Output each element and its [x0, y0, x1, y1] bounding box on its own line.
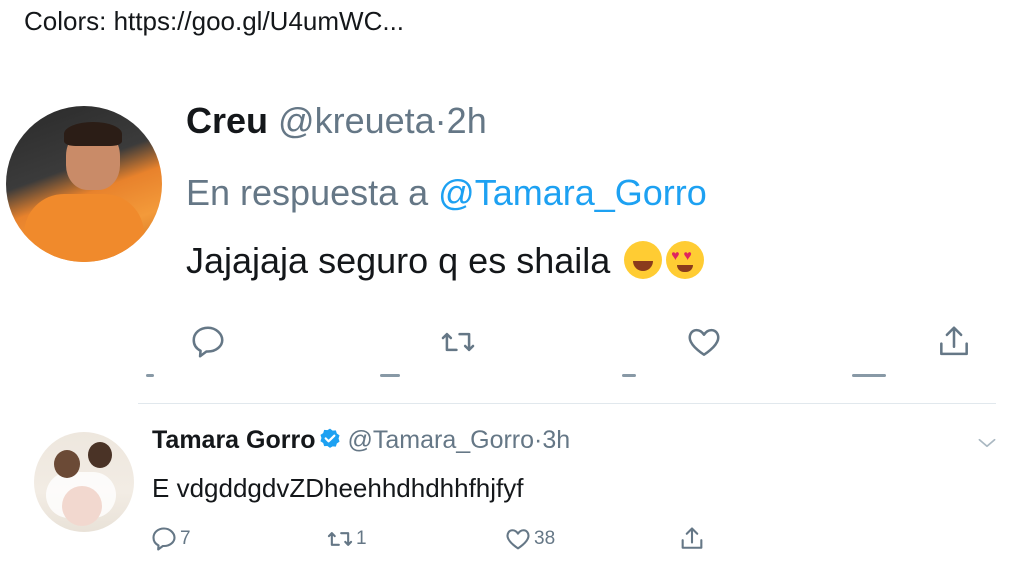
- avatar[interactable]: [6, 106, 162, 262]
- username[interactable]: @kreueta: [278, 100, 435, 141]
- separator-dot: ·: [434, 100, 447, 141]
- display-name[interactable]: Tamara Gorro: [152, 426, 315, 454]
- timestamp[interactable]: 2h: [447, 100, 487, 141]
- reply-button[interactable]: 7: [150, 524, 191, 554]
- reply-count: 7: [180, 528, 191, 549]
- retweet-count: 1: [356, 528, 367, 549]
- like-icon: [688, 328, 720, 356]
- share-icon: [940, 326, 968, 356]
- like-button[interactable]: 38: [504, 524, 555, 554]
- retweet-icon: [327, 532, 353, 546]
- heart-eyes-emoji: [666, 241, 705, 279]
- reply-context: En respuesta a @Tamara_Gorro: [186, 172, 707, 214]
- retweet-button[interactable]: 1: [326, 524, 367, 554]
- avatar[interactable]: [34, 432, 134, 532]
- tweet-header: Tamara Gorro @Tamara_Gorro·3h: [152, 426, 570, 455]
- reply-prefix: En respuesta a: [186, 172, 429, 213]
- timestamp[interactable]: 3h: [542, 426, 570, 454]
- reply-icon: [152, 527, 176, 551]
- retweet-icon: [441, 332, 475, 352]
- previous-tweet-link-text[interactable]: Colors: https://goo.gl/U4umWC...: [24, 6, 404, 37]
- reply-button[interactable]: [188, 322, 228, 362]
- partial-action-row: [0, 374, 1024, 382]
- tweet-text: E vdgddgdvZDheehhdhdhhfhjfyf: [152, 473, 524, 503]
- username[interactable]: @Tamara_Gorro: [347, 426, 534, 454]
- divider: [138, 403, 996, 404]
- share-icon: [681, 527, 703, 549]
- display-name[interactable]: Creu: [186, 100, 268, 141]
- reply-icon: [192, 326, 224, 358]
- tweet-header: Creu @kreueta·2h: [186, 100, 487, 142]
- like-count: 38: [534, 528, 556, 549]
- like-icon: [506, 529, 530, 550]
- tweet-text-content: Jajajaja seguro q es shaila: [186, 240, 611, 281]
- like-button[interactable]: [684, 322, 724, 362]
- share-button[interactable]: [678, 524, 708, 554]
- share-button[interactable]: [934, 322, 974, 362]
- reply-mention-link[interactable]: @Tamara_Gorro: [438, 172, 707, 213]
- tweet-text: Jajajaja seguro q es shaila: [186, 240, 705, 282]
- retweet-button[interactable]: [438, 322, 478, 362]
- verified-badge-icon: [320, 428, 341, 448]
- chevron-down-icon[interactable]: [974, 430, 1000, 456]
- tears-of-joy-emoji: [624, 241, 663, 279]
